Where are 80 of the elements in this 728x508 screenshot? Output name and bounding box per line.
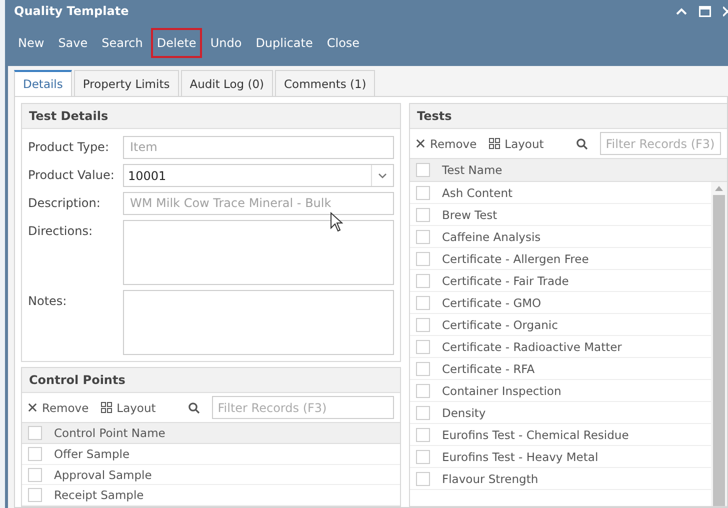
tab[interactable]: Property Limits	[74, 70, 179, 96]
grid-icon	[100, 402, 112, 413]
column-title: Test Name	[442, 163, 502, 177]
table-cell-text: Certificate - Organic	[442, 318, 559, 332]
checkbox[interactable]	[416, 384, 430, 398]
panel-title: Test Details	[22, 104, 400, 129]
checkbox[interactable]	[416, 406, 430, 420]
tab[interactable]: Details	[14, 70, 72, 96]
checkbox[interactable]	[416, 362, 430, 376]
checkbox[interactable]	[28, 426, 42, 440]
search-icon	[188, 402, 200, 414]
table-cell-text: Flavour Strength	[442, 472, 540, 486]
column-title: Control Point Name	[54, 426, 166, 440]
remove-button[interactable]: Remove	[28, 398, 89, 416]
toolbar-button[interactable]: Save	[52, 28, 94, 58]
checkbox[interactable]	[416, 186, 430, 200]
filter-field[interactable]: Filter Records (F3)	[212, 396, 394, 419]
grid-icon	[488, 138, 500, 149]
field-label: Directions:	[28, 223, 94, 238]
text-area[interactable]	[123, 220, 394, 285]
search-icon	[576, 138, 588, 150]
collapse-icon[interactable]	[676, 8, 687, 14]
checkbox[interactable]	[28, 468, 42, 482]
checkbox[interactable]	[416, 163, 430, 177]
table-cell-text: Density	[442, 406, 487, 420]
checkbox[interactable]	[416, 450, 430, 464]
table-cell-text: Ash Content	[442, 186, 514, 200]
close-icon	[416, 139, 425, 148]
table-cell-text: Certificate - Allergen Free	[442, 252, 590, 266]
field-label: Notes:	[28, 293, 68, 308]
text-area[interactable]	[123, 290, 394, 355]
table-cell-text: Caffeine Analysis	[442, 230, 542, 244]
checkbox[interactable]	[416, 274, 430, 288]
table-cell-text: Certificate - Radioactive Matter	[442, 340, 623, 354]
panel-title: Control Points	[22, 368, 400, 393]
table-cell-text: Eurofins Test - Heavy Metal	[442, 450, 600, 464]
checkbox[interactable]	[416, 340, 430, 354]
panel-title: Tests	[410, 104, 727, 129]
checkbox[interactable]	[416, 318, 430, 332]
toolbar-button[interactable]: Close	[320, 28, 366, 58]
table-cell-text: Certificate - GMO	[442, 296, 542, 310]
chevron-down-icon	[378, 172, 387, 178]
table-cell-text: Receipt Sample	[54, 488, 145, 502]
field-label: Product Value:	[28, 167, 116, 182]
scrollbar[interactable]	[711, 182, 727, 506]
tab[interactable]: Audit Log (0)	[180, 70, 274, 96]
filter-field[interactable]: Filter Records (F3)	[600, 132, 721, 155]
maximize-icon[interactable]	[699, 6, 711, 16]
table-cell-text: Eurofins Test - Chemical Residue	[442, 428, 630, 442]
table-cell-text: Brew Test	[442, 208, 498, 222]
checkbox[interactable]	[416, 230, 430, 244]
checkbox[interactable]	[416, 428, 430, 442]
layout-button[interactable]: Layout	[100, 398, 156, 416]
checkbox[interactable]	[416, 252, 430, 266]
close-icon[interactable]	[723, 6, 728, 16]
remove-button[interactable]: Remove	[416, 134, 477, 152]
toolbar-button[interactable]: Undo	[204, 28, 248, 58]
layout-button[interactable]: Layout	[488, 134, 544, 152]
close-icon	[28, 403, 37, 412]
table-cell-text: Certificate - RFA	[442, 362, 536, 376]
checkbox[interactable]	[28, 447, 42, 462]
table-cell-text: Certificate - Fair Trade	[442, 274, 570, 288]
table-cell-text: Container Inspection	[442, 384, 562, 398]
toolbar-button[interactable]: New	[12, 28, 50, 58]
checkbox[interactable]	[28, 488, 42, 502]
field-label: Description:	[28, 195, 102, 210]
tab[interactable]: Comments (1)	[275, 70, 376, 96]
scroll-up-icon[interactable]	[715, 186, 723, 191]
checkbox[interactable]	[416, 208, 430, 222]
window-title: Quality Template	[14, 4, 129, 18]
toolbar-button[interactable]: Search	[96, 28, 149, 58]
mouse-pointer-icon	[330, 212, 343, 232]
dropdown-field[interactable]: 10001	[123, 164, 394, 187]
table-cell-text: Offer Sample	[54, 447, 131, 462]
toolbar-button[interactable]: Delete	[150, 28, 202, 58]
toolbar-button[interactable]: Duplicate	[250, 28, 319, 58]
field-label: Product Type:	[28, 139, 110, 154]
table-cell-text: Approval Sample	[54, 468, 153, 482]
checkbox[interactable]	[416, 296, 430, 310]
checkbox[interactable]	[416, 472, 430, 486]
